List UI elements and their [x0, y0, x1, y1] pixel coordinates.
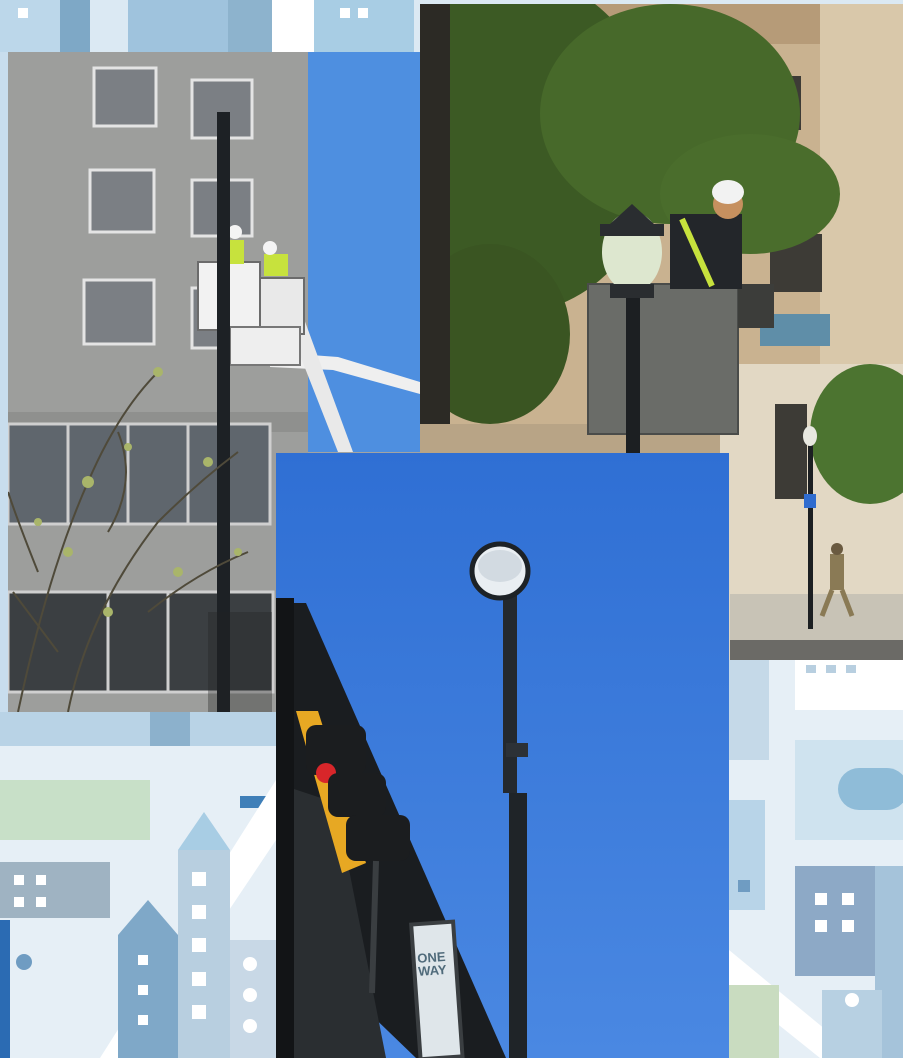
photo-led-streetlight-sky — [276, 453, 729, 1058]
one-way-sign-text: ONE WAY — [416, 948, 448, 979]
